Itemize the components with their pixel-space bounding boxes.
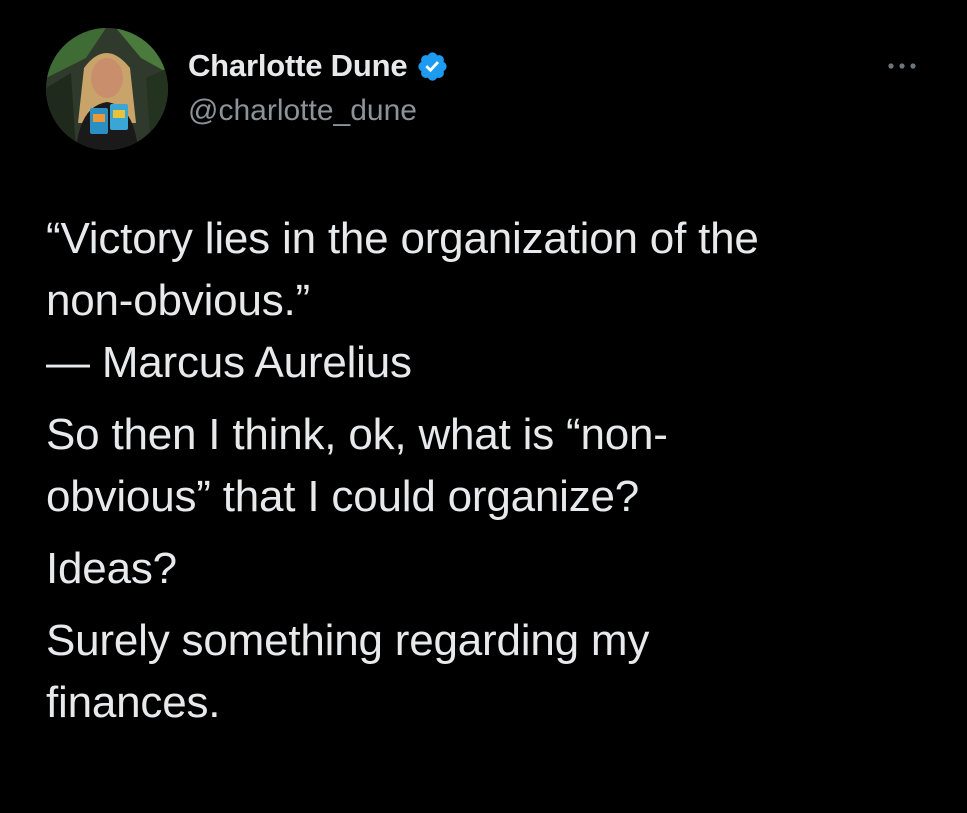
quote-attribution: — Marcus Aurelius [46,338,412,387]
paragraph-3: Ideas? [46,538,926,600]
paragraph-3-text: Ideas? [46,544,177,593]
author-handle[interactable]: @charlotte_dune [188,94,417,128]
paragraph-2-line-2: obvious” that I could organize? [46,472,640,521]
paragraph-4: Surely something regarding my finances. [46,610,926,734]
paragraph-2: So then I think, ok, what is “non- obvio… [46,404,926,528]
author-display-name[interactable]: Charlotte Dune [188,48,408,84]
more-options-icon [888,63,916,69]
more-options-button[interactable] [884,54,920,78]
verified-badge-icon [416,50,449,83]
author-avatar[interactable] [46,28,168,150]
quote-line-2: non-obvious.” [46,276,310,325]
paragraph-4-line-2: finances. [46,678,221,727]
paragraph-2-line-1: So then I think, ok, what is “non- [46,410,668,459]
tweet-card: Charlotte Dune @charlotte_dune “Victory … [0,0,967,813]
tweet-text: “Victory lies in the organization of the… [46,208,926,734]
paragraph-4-line-1: Surely something regarding my [46,616,650,665]
quote-line-1: “Victory lies in the organization of the [46,214,759,263]
author-name-row[interactable]: Charlotte Dune [188,48,449,84]
quote-paragraph: “Victory lies in the organization of the… [46,208,926,394]
profile-photo-icon [46,28,168,150]
